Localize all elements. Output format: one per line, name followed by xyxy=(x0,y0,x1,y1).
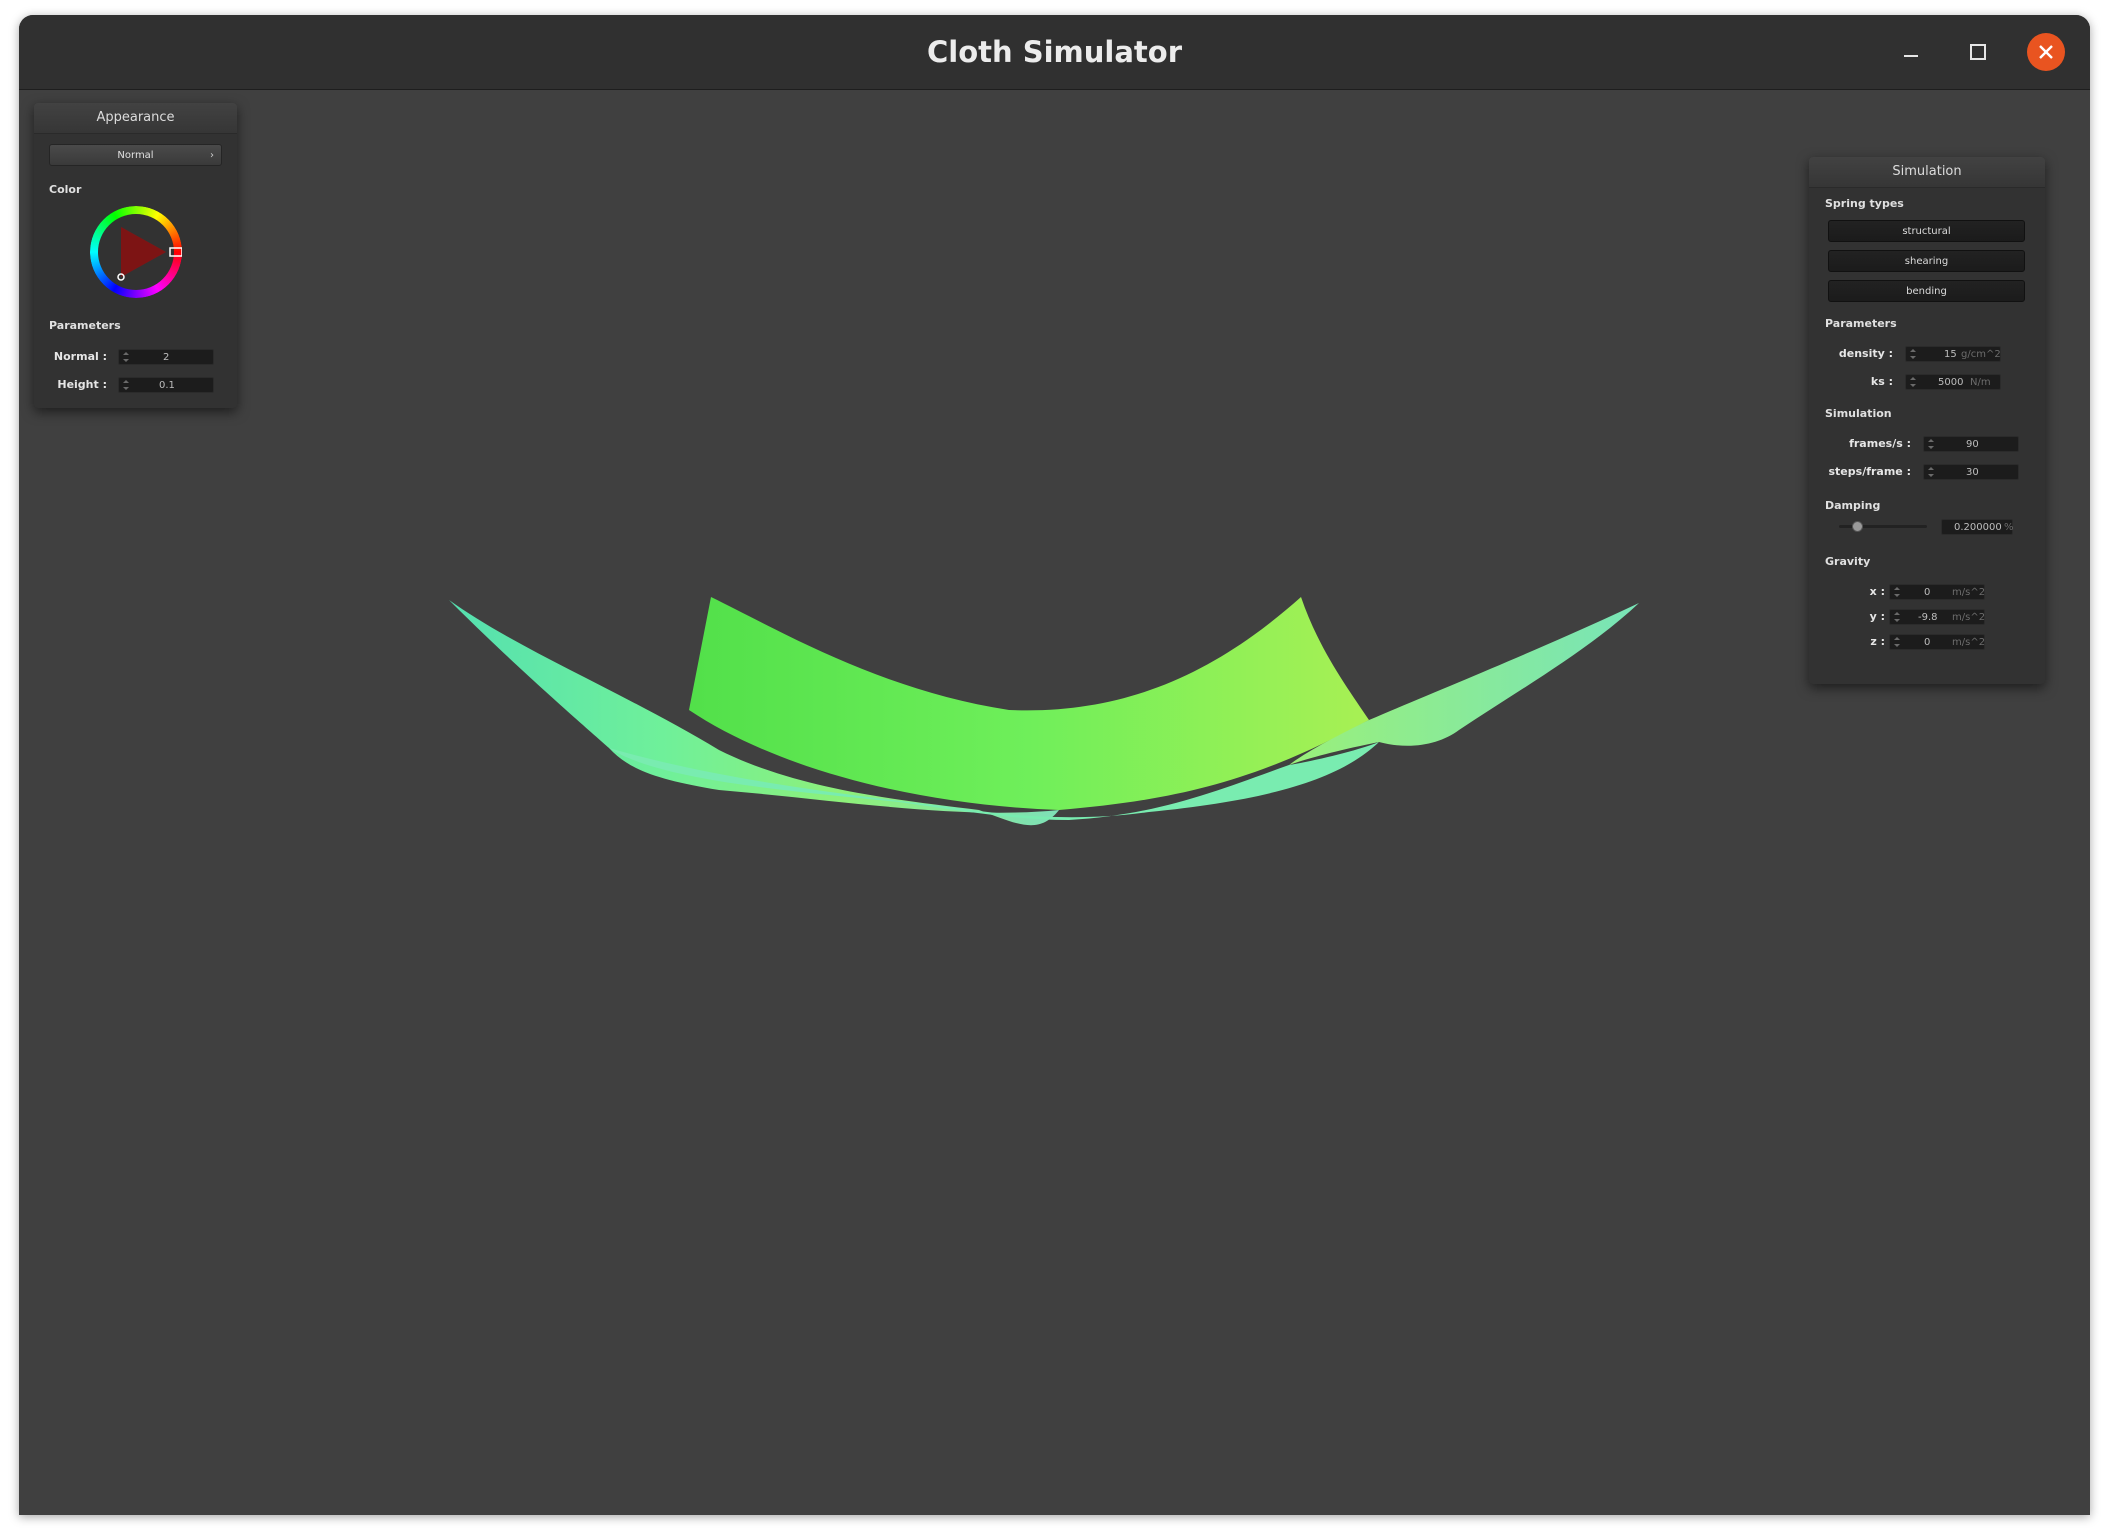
3d-viewport[interactable] xyxy=(19,90,2090,1515)
steps-input[interactable]: 30 xyxy=(1923,464,2019,480)
appearance-params-label: Parameters xyxy=(49,319,121,332)
appearance-mode-dropdown[interactable]: Normal › xyxy=(49,144,222,166)
maximize-button[interactable] xyxy=(1959,33,1997,71)
sim-params-label: Parameters xyxy=(1825,317,1897,330)
close-button[interactable] xyxy=(2027,33,2065,71)
title-bar[interactable]: Cloth Simulator xyxy=(19,15,2090,90)
spring-types-label: Spring types xyxy=(1825,197,1904,210)
gravity-label: Gravity xyxy=(1825,555,1871,568)
gravity-y-unit: m/s^2 xyxy=(1952,612,1986,623)
gravity-y-label: y : xyxy=(1869,610,1885,623)
chevron-right-icon: › xyxy=(210,150,214,161)
spinner-icon[interactable] xyxy=(1894,611,1900,623)
appearance-panel: Appearance Normal › Color Parameters Nor… xyxy=(34,103,237,408)
spinner-icon[interactable] xyxy=(1910,376,1916,388)
damping-slider-knob[interactable] xyxy=(1851,521,1863,532)
bending-toggle[interactable]: bending xyxy=(1828,280,2025,302)
gravity-z-input[interactable]: 0 m/s^2 xyxy=(1889,634,1985,650)
damping-value: 0.200000 xyxy=(1954,522,2002,533)
color-section-label: Color xyxy=(49,183,82,196)
spinner-icon[interactable] xyxy=(1894,586,1900,598)
gravity-x-label: x : xyxy=(1869,585,1885,598)
ks-unit: N/m xyxy=(1970,377,1991,388)
ks-value: 5000 xyxy=(1938,377,1964,388)
structural-toggle[interactable]: structural xyxy=(1828,220,2025,242)
normal-value: 2 xyxy=(163,352,170,363)
fps-input[interactable]: 90 xyxy=(1923,436,2019,452)
simulation-panel: Simulation Spring types structural shear… xyxy=(1809,157,2045,684)
cloth-render xyxy=(449,597,1639,826)
height-value: 0.1 xyxy=(159,380,175,391)
gravity-x-input[interactable]: 0 m/s^2 xyxy=(1889,584,1985,600)
gravity-x-value: 0 xyxy=(1924,587,1931,598)
height-label: Height : xyxy=(57,378,107,391)
spinner-icon[interactable] xyxy=(1928,466,1934,478)
spinner-icon[interactable] xyxy=(1894,636,1900,648)
close-icon xyxy=(2039,45,2053,59)
ks-label: ks : xyxy=(1870,375,1893,388)
density-unit: g/cm^2 xyxy=(1961,349,2001,360)
damping-slider[interactable] xyxy=(1839,521,1927,533)
gravity-z-value: 0 xyxy=(1924,637,1931,648)
simulation-panel-title: Simulation xyxy=(1809,157,2045,188)
shearing-toggle[interactable]: shearing xyxy=(1828,250,2025,272)
gravity-z-label: z : xyxy=(1870,635,1885,648)
gravity-z-unit: m/s^2 xyxy=(1952,637,1986,648)
app-window: Cloth Simulator Appearance Normal › Colo… xyxy=(19,15,2090,1515)
fps-value: 90 xyxy=(1966,439,1979,450)
normal-label: Normal : xyxy=(53,350,107,363)
damping-label: Damping xyxy=(1825,499,1881,512)
density-label: density : xyxy=(1838,347,1893,360)
appearance-mode-value: Normal xyxy=(117,150,154,161)
spinner-icon[interactable] xyxy=(1910,348,1916,360)
minimize-button[interactable] xyxy=(1892,33,1930,71)
damping-input[interactable]: 0.200000 % xyxy=(1941,519,2014,535)
steps-label: steps/frame : xyxy=(1828,465,1912,478)
spinner-icon[interactable] xyxy=(1928,438,1934,450)
spinner-icon[interactable] xyxy=(123,379,129,391)
fps-label: frames/s : xyxy=(1849,437,1911,450)
damping-unit: % xyxy=(2004,522,2014,533)
spinner-icon[interactable] xyxy=(123,351,129,363)
color-wheel[interactable] xyxy=(90,206,183,298)
ks-input[interactable]: 5000 N/m xyxy=(1905,374,2001,390)
height-input[interactable]: 0.1 xyxy=(118,377,214,393)
maximize-icon xyxy=(1970,44,1986,60)
gravity-y-input[interactable]: -9.8 m/s^2 xyxy=(1889,609,1985,625)
appearance-panel-title: Appearance xyxy=(34,103,237,134)
minimize-icon xyxy=(1904,55,1918,57)
density-value: 15 xyxy=(1944,349,1957,360)
density-input[interactable]: 15 g/cm^2 xyxy=(1905,346,2001,362)
gravity-x-unit: m/s^2 xyxy=(1952,587,1986,598)
steps-value: 30 xyxy=(1966,467,1979,478)
color-wheel-icon xyxy=(90,206,183,298)
gravity-y-value: -9.8 xyxy=(1918,612,1938,623)
normal-input[interactable]: 2 xyxy=(118,349,214,365)
simulation-section-label: Simulation xyxy=(1825,407,1892,420)
window-title: Cloth Simulator xyxy=(926,35,1183,69)
